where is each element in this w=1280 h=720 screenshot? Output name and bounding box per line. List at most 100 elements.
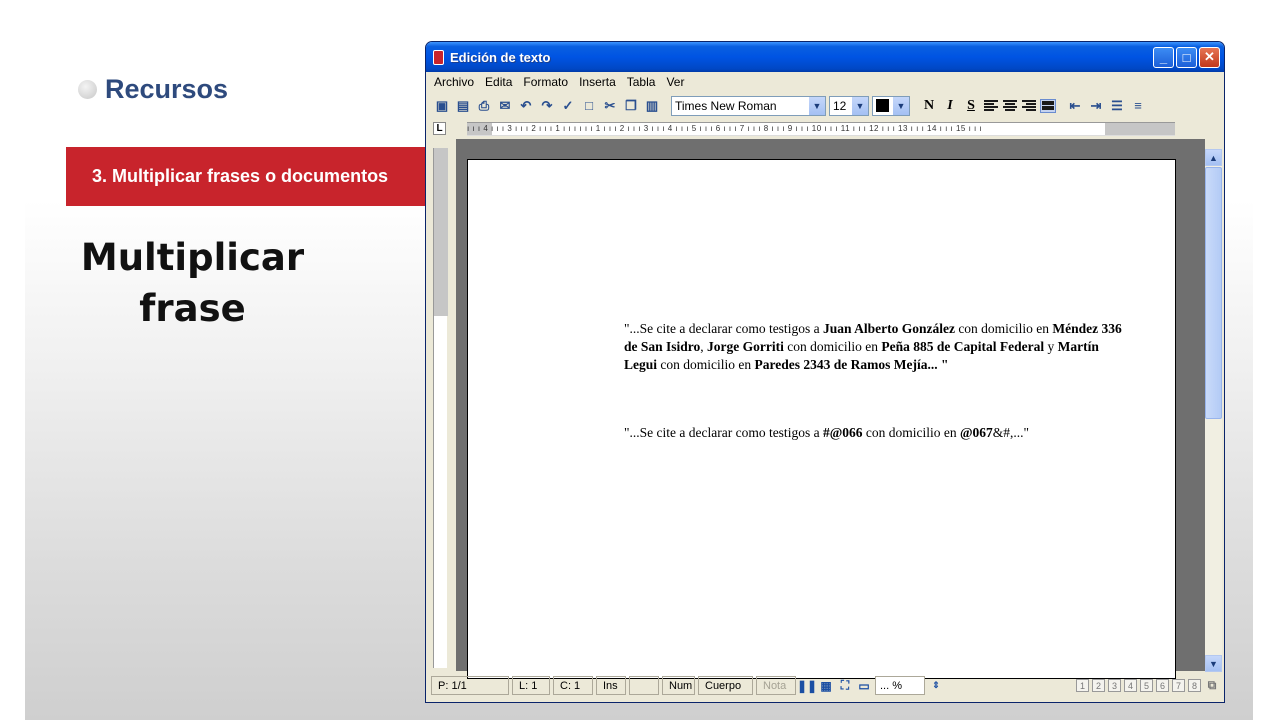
text-run: "...Se cite a declarar como testigos a (624, 321, 823, 336)
page-button[interactable]: 5 (1140, 679, 1153, 692)
document-page[interactable]: "...Se cite a declarar como testigos a J… (467, 159, 1176, 679)
justify-icon[interactable] (1040, 98, 1056, 113)
vertical-ruler[interactable] (433, 148, 448, 668)
bold-run: Paredes 2343 de Ramos Mejía... " (754, 357, 949, 372)
bullet-list-icon[interactable]: ☰ (1108, 97, 1126, 115)
window-title: Edición de texto (450, 49, 551, 65)
italic-button[interactable]: I (941, 98, 959, 114)
mail-icon[interactable]: ✉ (496, 97, 514, 115)
document-area: "...Se cite a declarar como testigos a J… (456, 139, 1205, 679)
minimize-button[interactable]: _ (1153, 46, 1174, 68)
page-view-icon[interactable]: ❚❚ (797, 678, 817, 694)
resize-grip-icon[interactable]: ⧉ (1204, 678, 1220, 694)
page-button[interactable]: 8 (1188, 679, 1201, 692)
text-run: y (1044, 339, 1058, 354)
align-left-icon[interactable] (983, 99, 999, 113)
numbered-list-icon[interactable]: ≡ (1129, 97, 1147, 115)
paragraph-template[interactable]: "...Se cite a declarar como testigos a #… (624, 424, 1144, 442)
text-run: &#,..." (992, 425, 1030, 440)
text-run: con domicilio en (954, 321, 1053, 336)
indent-icon[interactable]: ⇥ (1087, 97, 1105, 115)
section-label: Recursos (105, 74, 229, 104)
size-select[interactable]: 12 ▼ (829, 95, 869, 116)
color-select[interactable]: ▼ (872, 95, 910, 116)
status-page: P: 1/1 (431, 676, 509, 695)
bold-run: Juan Alberto González (822, 321, 955, 336)
align-center-icon[interactable] (1002, 99, 1018, 113)
text-run: con domicilio en (657, 357, 755, 372)
status-line: L: 1 (512, 676, 550, 695)
table-view-icon[interactable]: ▦ (818, 678, 834, 694)
page-button[interactable]: 4 (1124, 679, 1137, 692)
horizontal-ruler[interactable]: ı ı ı 4 ı ı ı 3 ı ı ı 2 ı ı ı 1 ı ı ı ı … (467, 122, 1175, 136)
topic-banner: 3. Multiplicar frases o documentos (66, 147, 442, 206)
close-button[interactable]: ✕ (1199, 46, 1220, 68)
scroll-thumb[interactable] (1205, 167, 1222, 419)
toolbar: ▣ ▤ ⎙ ✉ ↶ ↷ ✓ □ ✂ ❐ ▥ Times New Roman ▼ … (426, 92, 1224, 119)
title-bar[interactable]: Edición de texto _ □ ✕ (426, 42, 1224, 72)
menu-bar: Archivo Edita Formato Inserta Tabla Ver (426, 72, 1224, 92)
zoom-field[interactable]: ... % (875, 676, 925, 695)
status-insert: Ins (596, 676, 626, 695)
save-icon[interactable]: ▣ (433, 97, 451, 115)
menu-tabla[interactable]: Tabla (627, 75, 656, 89)
page-button[interactable]: 3 (1108, 679, 1121, 692)
zoom-spinner-icon[interactable]: ⇕ (928, 678, 944, 694)
chevron-down-icon[interactable]: ▼ (852, 96, 868, 115)
paragraph-example[interactable]: "...Se cite a declarar como testigos a J… (624, 320, 1134, 374)
slide-title-line1: Multiplicar (80, 236, 305, 279)
scroll-up-icon[interactable]: ▲ (1205, 149, 1222, 166)
outdent-icon[interactable]: ⇤ (1066, 97, 1084, 115)
menu-ver[interactable]: Ver (666, 75, 684, 89)
print-icon[interactable]: ⎙ (475, 97, 493, 115)
status-bar: P: 1/1 L: 1 C: 1 Ins Num Cuerpo Nota ❚❚ … (426, 674, 1224, 697)
text-editor-window: Edición de texto _ □ ✕ Archivo Edita For… (425, 41, 1225, 703)
status-column: C: 1 (553, 676, 593, 695)
status-note: Nota (756, 676, 796, 695)
copy-icon[interactable]: ❐ (622, 97, 640, 115)
maximize-button[interactable]: □ (1176, 46, 1197, 68)
menu-inserta[interactable]: Inserta (579, 75, 616, 89)
underline-button[interactable]: S (962, 98, 980, 114)
slide-title-line2: frase (139, 287, 246, 330)
redo-icon[interactable]: ↷ (538, 97, 556, 115)
page-button[interactable]: 7 (1172, 679, 1185, 692)
frame-icon[interactable]: □ (580, 97, 598, 115)
page-button[interactable]: 1 (1076, 679, 1089, 692)
color-swatch (876, 99, 889, 112)
open-icon[interactable]: ▤ (454, 97, 472, 115)
fullscreen-icon[interactable]: ⛶ (837, 678, 853, 694)
paste-icon[interactable]: ▥ (643, 97, 661, 115)
ruler-ticks: ı ı ı 4 ı ı ı 3 ı ı ı 2 ı ı ı 1 ı ı ı ı … (467, 124, 983, 133)
font-select[interactable]: Times New Roman ▼ (671, 95, 826, 116)
scroll-down-icon[interactable]: ▼ (1205, 655, 1222, 672)
menu-formato[interactable]: Formato (523, 75, 568, 89)
status-num: Num (662, 676, 695, 695)
text-run: con domicilio en (783, 339, 882, 354)
spellcheck-icon[interactable]: ✓ (559, 97, 577, 115)
status-style: Cuerpo (698, 676, 753, 695)
page-button[interactable]: 6 (1156, 679, 1169, 692)
bold-run: Jorge Gorriti (707, 339, 784, 354)
section-header: Recursos (78, 74, 228, 105)
bold-run: @067 (959, 425, 993, 440)
text-run: con domicilio en (862, 425, 960, 440)
chevron-down-icon[interactable]: ▼ (893, 96, 909, 115)
tab-stop-selector[interactable]: L (433, 122, 446, 135)
workspace: "...Se cite a declarar como testigos a J… (426, 139, 1224, 679)
bold-button[interactable]: N (920, 98, 938, 114)
page-button[interactable]: 2 (1092, 679, 1105, 692)
text-run: "...Se cite a declarar como testigos a (624, 425, 823, 440)
menu-edita[interactable]: Edita (485, 75, 512, 89)
cut-icon[interactable]: ✂ (601, 97, 619, 115)
undo-icon[interactable]: ↶ (517, 97, 535, 115)
font-select-value: Times New Roman (675, 98, 777, 113)
vertical-scrollbar[interactable]: ▲ ▼ (1205, 149, 1222, 672)
align-right-icon[interactable] (1021, 99, 1037, 113)
normal-view-icon[interactable]: ▭ (856, 678, 872, 694)
horizontal-ruler-row: L ı ı ı 4 ı ı ı 3 ı ı ı 2 ı ı ı 1 ı ı ı … (426, 119, 1224, 139)
menu-archivo[interactable]: Archivo (434, 75, 474, 89)
chevron-down-icon[interactable]: ▼ (809, 96, 825, 115)
size-select-value: 12 (833, 98, 847, 113)
bullet-icon (78, 80, 97, 99)
